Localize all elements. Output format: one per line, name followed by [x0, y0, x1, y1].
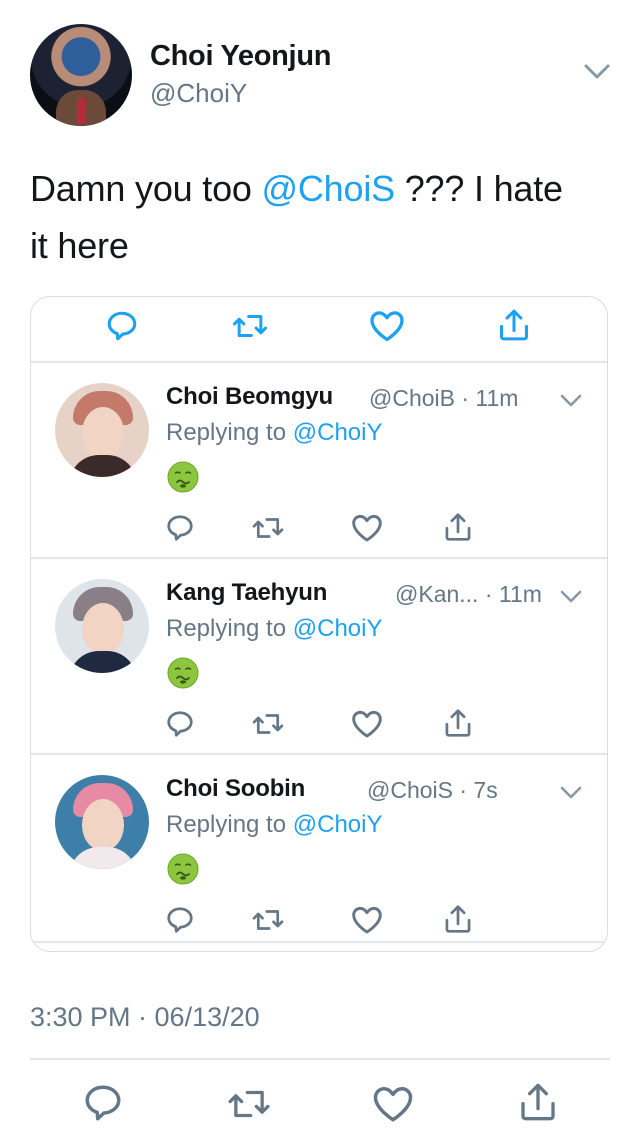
- reply-action-bar: [31, 699, 607, 749]
- card-top-action-bar: [31, 297, 607, 359]
- reply-author-name[interactable]: Choi Beomgyu: [166, 383, 333, 411]
- reply-tweet[interactable]: Choi Soobin @ChoiS · 7s Replying to @Cho…: [31, 755, 607, 950]
- heart-icon[interactable]: [351, 709, 383, 739]
- reply-tweet[interactable]: Kang Taehyun @Kan... · 11m Replying to @…: [31, 559, 607, 754]
- tweet-text: Damn you too @ChoiS ??? I hate it here: [30, 160, 590, 274]
- share-icon[interactable]: [443, 903, 473, 935]
- replying-to: Replying to @ChoiY: [166, 419, 382, 447]
- reply-action-bar: [31, 895, 607, 945]
- retweet-icon[interactable]: [231, 309, 269, 343]
- heart-icon[interactable]: [369, 309, 405, 343]
- avatar-tie: [77, 98, 85, 124]
- replying-to-handle[interactable]: @ChoiY: [293, 811, 383, 838]
- reply-action-bar: [31, 503, 607, 553]
- reply-icon[interactable]: [82, 1082, 124, 1124]
- reply-icon[interactable]: [105, 309, 139, 343]
- avatar-body: [69, 651, 137, 673]
- tweet-timestamp[interactable]: 3:30 PM · 06/13/20: [30, 1002, 260, 1033]
- reply-icon[interactable]: [165, 513, 195, 543]
- avatar-face: [82, 407, 124, 459]
- author-name[interactable]: Choi Yeonjun: [150, 40, 331, 73]
- reply-author-name[interactable]: Choi Soobin: [166, 775, 305, 803]
- replying-to-handle[interactable]: @ChoiY: [293, 615, 383, 642]
- reply-handle-time: @Kan... · 11m: [395, 581, 542, 607]
- replying-to: Replying to @ChoiY: [166, 615, 382, 643]
- replying-to: Replying to @ChoiY: [166, 811, 382, 839]
- replying-to-prefix: Replying to: [166, 811, 293, 838]
- retweet-icon[interactable]: [226, 1084, 272, 1124]
- card-divider: [31, 941, 607, 943]
- tweet-mention-link[interactable]: @ChoiS: [262, 168, 396, 209]
- avatar[interactable]: [55, 383, 149, 477]
- replying-to-handle[interactable]: @ChoiY: [293, 419, 383, 446]
- heart-icon[interactable]: [351, 513, 383, 543]
- share-icon[interactable]: [443, 511, 473, 543]
- reply-handle-time: @ChoiB · 11m: [369, 385, 519, 411]
- retweet-icon[interactable]: [251, 513, 285, 543]
- reply-tweet[interactable]: Choi Beomgyu @ChoiB · 11m Replying to @C…: [31, 363, 607, 558]
- tweet-text-before: Damn you too: [30, 168, 262, 209]
- heart-icon[interactable]: [372, 1084, 414, 1124]
- tweet-action-bar: [0, 1076, 640, 1136]
- chevron-down-icon[interactable]: [559, 393, 583, 409]
- more-options-chevron-down-icon[interactable]: [583, 62, 611, 82]
- reply-handle-time: @ChoiS · 7s: [367, 777, 498, 803]
- avatar-body: [69, 455, 137, 477]
- retweet-icon[interactable]: [251, 709, 285, 739]
- nauseated-face-icon: [167, 853, 199, 885]
- replying-to-prefix: Replying to: [166, 615, 293, 642]
- reply-thread-card: Choi Beomgyu @ChoiB · 11m Replying to @C…: [30, 296, 608, 952]
- avatar[interactable]: [55, 775, 149, 869]
- replying-to-prefix: Replying to: [166, 419, 293, 446]
- nauseated-face-icon: [167, 657, 199, 689]
- share-icon[interactable]: [443, 707, 473, 739]
- reply-author-name[interactable]: Kang Taehyun: [166, 579, 327, 607]
- chevron-down-icon[interactable]: [559, 589, 583, 605]
- reply-icon[interactable]: [165, 905, 195, 935]
- avatar-face: [82, 603, 124, 655]
- author-avatar[interactable]: [30, 24, 132, 126]
- nauseated-face-icon: [167, 461, 199, 493]
- retweet-icon[interactable]: [251, 905, 285, 935]
- share-icon[interactable]: [497, 307, 531, 343]
- heart-icon[interactable]: [351, 905, 383, 935]
- avatar-body: [69, 847, 137, 869]
- reply-icon[interactable]: [165, 709, 195, 739]
- author-handle[interactable]: @ChoiY: [150, 78, 247, 109]
- avatar-face: [82, 799, 124, 851]
- chevron-down-icon[interactable]: [559, 785, 583, 801]
- share-icon[interactable]: [518, 1080, 558, 1124]
- footer-divider: [30, 1058, 610, 1060]
- avatar[interactable]: [55, 579, 149, 673]
